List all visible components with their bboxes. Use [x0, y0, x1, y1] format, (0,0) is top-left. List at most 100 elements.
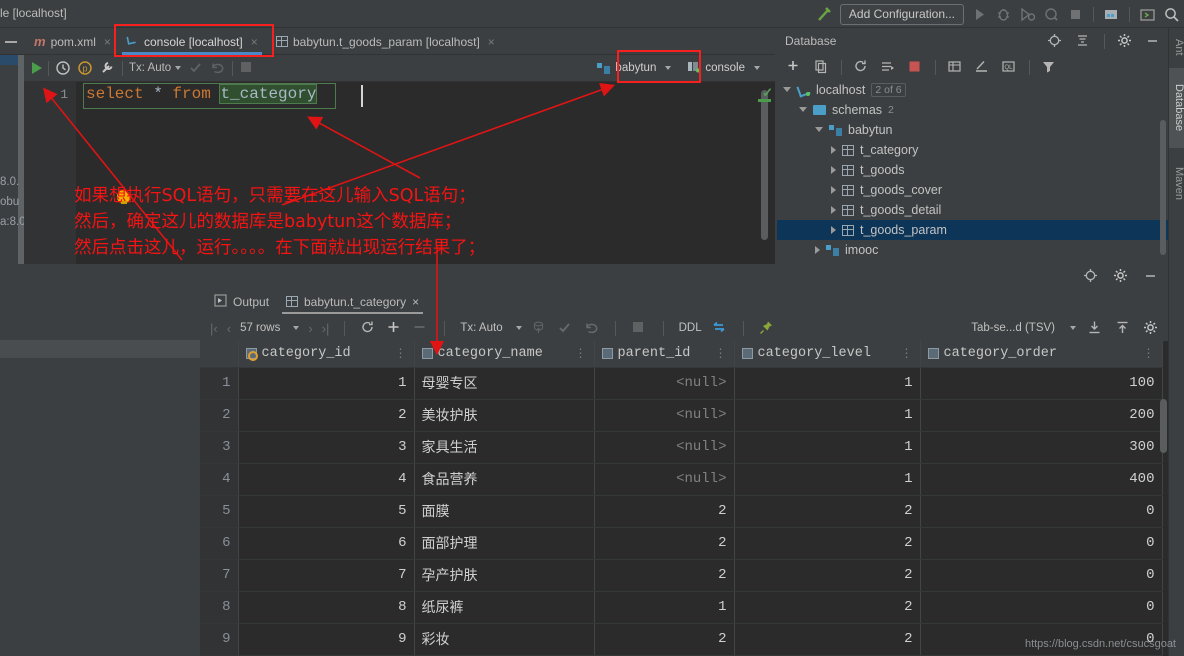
history-icon[interactable]: [55, 60, 72, 77]
chevron-down-icon[interactable]: [293, 326, 300, 330]
tree-node-t-category[interactable]: t_category: [777, 140, 1168, 160]
debug-icon[interactable]: [995, 6, 1012, 23]
terminal-icon[interactable]: [1139, 6, 1156, 23]
prev-page-icon[interactable]: ‹: [227, 321, 231, 336]
table-editor-icon[interactable]: [947, 59, 964, 76]
chevron-right-icon[interactable]: [831, 186, 836, 194]
cell-category_name[interactable]: 家具生活: [414, 431, 595, 464]
cell-category_id[interactable]: 2: [238, 399, 415, 432]
commit-icon[interactable]: [188, 60, 205, 77]
console-ql-icon[interactable]: QL: [1001, 59, 1018, 76]
cell-category_name[interactable]: 面部护理: [414, 527, 595, 560]
run-with-coverage-icon[interactable]: [1019, 6, 1036, 23]
close-icon[interactable]: ×: [104, 35, 111, 49]
close-icon[interactable]: ×: [412, 295, 419, 309]
table-row[interactable]: 4 4 食品营养 <null> 1 400: [200, 463, 1163, 496]
intention-bulb-icon[interactable]: [117, 190, 130, 204]
add-row-icon[interactable]: [386, 320, 403, 337]
tree-node-t-goods-cover[interactable]: t_goods_cover: [777, 180, 1168, 200]
stop-icon[interactable]: [1067, 6, 1084, 23]
pin-icon[interactable]: [759, 320, 776, 337]
table-row[interactable]: 1 1 母婴专区 <null> 1 100: [200, 367, 1163, 400]
minimize-icon[interactable]: [1143, 268, 1160, 285]
tree-node-imooc[interactable]: imooc: [777, 240, 1168, 260]
column-header-category-order[interactable]: category_order ⋮: [920, 341, 1163, 368]
session-selector-chip[interactable]: console: [682, 59, 765, 78]
chevron-right-icon[interactable]: [815, 246, 820, 254]
minimize-icon[interactable]: [1145, 33, 1162, 50]
locate-icon[interactable]: [1083, 268, 1100, 285]
tab-babytun-t-goods-param[interactable]: babytun.t_goods_param [localhost] ×: [268, 28, 503, 55]
chevron-right-icon[interactable]: [831, 166, 836, 174]
rollback-icon[interactable]: [209, 60, 226, 77]
chevron-down-icon[interactable]: [815, 126, 823, 136]
grid-scrollbar[interactable]: [1160, 399, 1167, 453]
cell-parent_id[interactable]: <null>: [594, 431, 735, 464]
table-row[interactable]: 2 2 美妆护肤 <null> 1 200: [200, 399, 1163, 432]
tree-node-schemas[interactable]: schemas 2: [777, 100, 1168, 120]
tree-node-babytun[interactable]: babytun: [777, 120, 1168, 140]
next-page-icon[interactable]: ›: [308, 321, 312, 336]
tree-node-t-goods[interactable]: t_goods: [777, 160, 1168, 180]
table-row[interactable]: 6 6 面部护理 2 2 0: [200, 527, 1163, 560]
hammer-icon[interactable]: [816, 6, 833, 23]
cell-category_level[interactable]: 1: [734, 367, 921, 400]
cell-category_id[interactable]: 1: [238, 367, 415, 400]
add-configuration-button[interactable]: Add Configuration...: [839, 3, 964, 25]
filter-icon[interactable]: [1041, 59, 1058, 76]
cell-category_order[interactable]: 300: [920, 431, 1163, 464]
cell-parent_id[interactable]: 2: [594, 559, 735, 592]
sync-icon[interactable]: [880, 59, 897, 76]
cell-category_id[interactable]: 8: [238, 591, 415, 624]
import-icon[interactable]: [1115, 320, 1132, 337]
cell-parent_id[interactable]: <null>: [594, 463, 735, 496]
column-header-parent-id[interactable]: parent_id ⋮: [594, 341, 735, 368]
chevron-down-icon[interactable]: [1070, 326, 1076, 330]
column-header-category-id[interactable]: category_id ⋮: [238, 341, 415, 368]
column-header-category-name[interactable]: category_name ⋮: [414, 341, 595, 368]
export-icon[interactable]: [1087, 320, 1104, 337]
cell-category_id[interactable]: 9: [238, 623, 415, 656]
cell-category_id[interactable]: 3: [238, 431, 415, 464]
cell-category_level[interactable]: 2: [734, 591, 921, 624]
tab-console-localhost[interactable]: console [localhost] ×: [118, 28, 266, 55]
tab-babytun-t-category[interactable]: babytun.t_category ×: [278, 288, 427, 315]
table-row[interactable]: 3 3 家具生活 <null> 1 300: [200, 431, 1163, 464]
row-count-dropdown[interactable]: 57 rows: [240, 322, 280, 334]
cell-category_order[interactable]: 100: [920, 367, 1163, 400]
sort-icon[interactable]: ⋮: [395, 346, 407, 361]
modify-icon[interactable]: [974, 59, 991, 76]
settings-icon[interactable]: [1143, 320, 1160, 337]
parameters-icon[interactable]: p: [77, 60, 94, 77]
cell-category_order[interactable]: 400: [920, 463, 1163, 496]
wrench-icon[interactable]: [99, 60, 116, 77]
profile-icon[interactable]: [1043, 6, 1060, 23]
cell-parent_id[interactable]: <null>: [594, 367, 735, 400]
sort-icon[interactable]: ⋮: [575, 346, 587, 361]
delete-row-icon[interactable]: [412, 320, 429, 337]
sort-icon[interactable]: ⋮: [1143, 346, 1155, 361]
tab-output[interactable]: Output: [206, 288, 277, 315]
cell-category_name[interactable]: 食品营养: [414, 463, 595, 496]
upload-db-icon[interactable]: [531, 320, 548, 337]
cell-category_order[interactable]: 0: [920, 559, 1163, 592]
copy-icon[interactable]: [813, 59, 830, 76]
cell-category_id[interactable]: 6: [238, 527, 415, 560]
first-page-icon[interactable]: |‹: [210, 321, 218, 336]
chevron-down-icon[interactable]: [799, 106, 807, 116]
refresh-icon[interactable]: [853, 59, 870, 76]
chevron-down-icon[interactable]: [783, 86, 791, 96]
chevron-down-icon[interactable]: [754, 66, 760, 70]
cell-category_level[interactable]: 1: [734, 399, 921, 432]
table-row[interactable]: 8 8 纸尿裤 1 2 0: [200, 591, 1163, 624]
column-header-category-level[interactable]: category_level ⋮: [734, 341, 921, 368]
tx-mode-dropdown[interactable]: Tx: Auto: [460, 322, 502, 334]
cell-category_order[interactable]: 0: [920, 495, 1163, 528]
result-grid[interactable]: category_id ⋮ category_name ⋮ parent_id ⋮ c…: [200, 341, 1168, 656]
cell-category_order[interactable]: 0: [920, 527, 1163, 560]
cell-category_level[interactable]: 2: [734, 527, 921, 560]
cell-parent_id[interactable]: 2: [594, 623, 735, 656]
cell-category_id[interactable]: 5: [238, 495, 415, 528]
tree-node-t-goods-detail[interactable]: t_goods_detail: [777, 200, 1168, 220]
table-row[interactable]: 9 9 彩妆 2 2 0: [200, 623, 1163, 656]
